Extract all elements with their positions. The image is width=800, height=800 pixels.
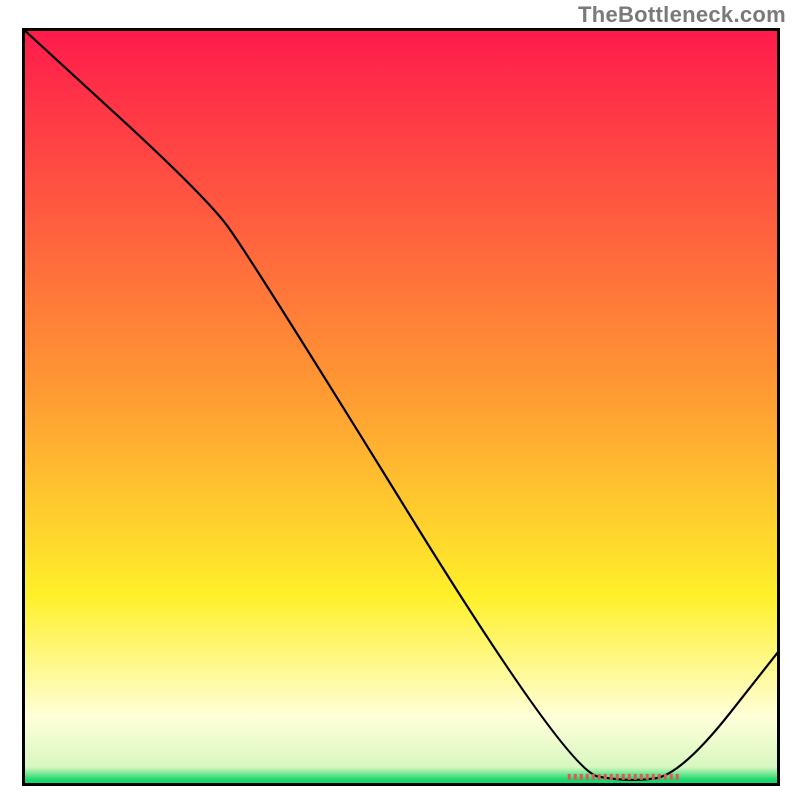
screenshot-root: TheBottleneck.com xyxy=(0,0,800,800)
chart-plot-area xyxy=(22,28,780,786)
chart-svg xyxy=(22,28,780,786)
chart-gradient-background xyxy=(22,28,780,786)
attribution-label: TheBottleneck.com xyxy=(578,2,786,28)
